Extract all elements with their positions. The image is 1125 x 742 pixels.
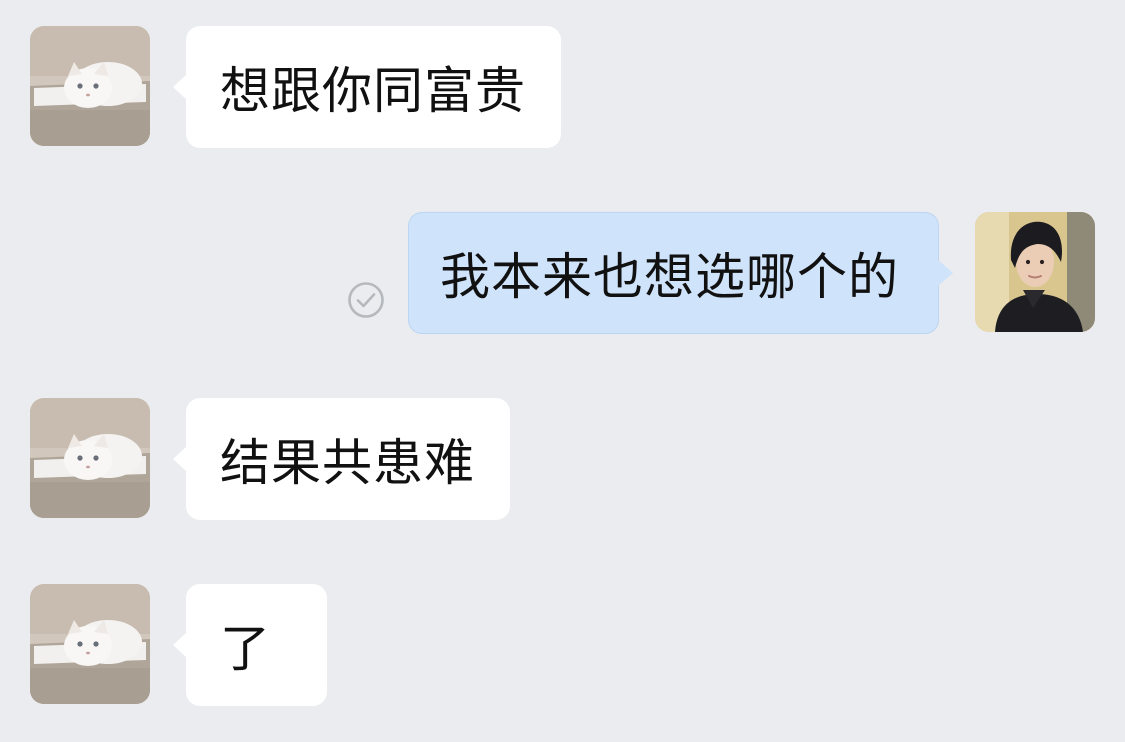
outgoing-message-bubble[interactable]: 我本来也想选哪个的 xyxy=(408,212,953,334)
person-avatar[interactable] xyxy=(975,212,1095,332)
message-text: 我本来也想选哪个的 xyxy=(440,248,899,306)
incoming-message-bubble[interactable]: 了 xyxy=(173,584,327,706)
message-text: 了 xyxy=(220,620,271,678)
cat-avatar[interactable] xyxy=(30,398,150,518)
incoming-message-bubble[interactable]: 想跟你同富贵 xyxy=(173,26,561,148)
cat-avatar[interactable] xyxy=(30,584,150,704)
message-text: 想跟你同富贵 xyxy=(220,62,526,120)
read-check-icon xyxy=(348,282,384,318)
incoming-message-bubble[interactable]: 结果共患难 xyxy=(173,398,510,520)
cat-avatar[interactable] xyxy=(30,26,150,146)
message-text: 结果共患难 xyxy=(220,434,475,492)
